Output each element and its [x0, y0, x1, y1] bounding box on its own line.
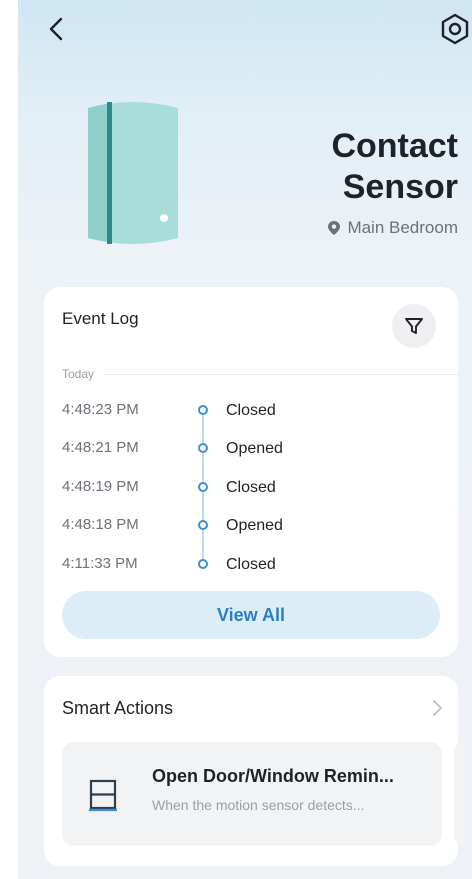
settings-button[interactable]	[438, 12, 472, 46]
event-row: 4:48:23 PM Closed	[44, 395, 458, 433]
event-state: Closed	[226, 479, 276, 496]
chevron-right-icon[interactable]	[430, 698, 444, 718]
event-state: Closed	[226, 556, 276, 573]
device-title-line1: Contact	[331, 127, 458, 165]
view-all-button[interactable]: View All	[62, 591, 440, 639]
timeline-dot	[198, 405, 208, 415]
window-icon	[89, 779, 117, 812]
next-action-item-peek[interactable]	[454, 742, 464, 846]
hex-gear-icon	[441, 13, 469, 45]
timeline-dot	[198, 559, 208, 569]
timeline-dot	[198, 520, 208, 530]
filter-button[interactable]	[392, 304, 436, 348]
event-row: 4:48:21 PM Opened	[44, 433, 458, 471]
device-location: Main Bedroom	[327, 218, 458, 238]
event-time: 4:48:21 PM	[62, 439, 139, 456]
event-state: Closed	[226, 402, 276, 419]
event-row: 4:11:33 PM Closed	[44, 549, 458, 587]
smart-action-item[interactable]: Open Door/Window Remin... When the motio…	[62, 742, 442, 846]
app-screen: Contact Sensor Main Bedroom Event Log To…	[18, 0, 472, 879]
smart-action-title: Open Door/Window Remin...	[152, 766, 394, 786]
event-state: Opened	[226, 517, 283, 534]
location-label: Main Bedroom	[347, 218, 458, 237]
day-divider: Today	[62, 367, 458, 381]
event-log-card: Event Log Today 4:48:23 PM Closed 4:48:2…	[44, 287, 458, 657]
chevron-left-icon	[49, 17, 63, 41]
event-time: 4:48:18 PM	[62, 516, 139, 533]
event-log-title: Event Log	[62, 309, 139, 328]
map-pin-icon	[328, 221, 341, 235]
event-row: 4:48:19 PM Closed	[44, 472, 458, 510]
smart-action-description: When the motion sensor detects...	[152, 797, 365, 813]
divider-line	[104, 373, 458, 375]
timeline-dot	[198, 443, 208, 453]
event-state: Opened	[226, 440, 283, 457]
smart-actions-title: Smart Actions	[62, 698, 174, 718]
event-time: 4:11:33 PM	[62, 555, 138, 572]
device-title-line2: Sensor	[342, 168, 458, 206]
day-label: Today	[62, 367, 95, 381]
device-title: Contact Sensor	[218, 126, 458, 208]
event-time: 4:48:23 PM	[62, 401, 139, 418]
contact-sensor-illustration	[88, 102, 178, 244]
event-time: 4:48:19 PM	[62, 478, 139, 495]
event-row: 4:48:18 PM Opened	[44, 510, 458, 548]
smart-actions-card: Smart Actions Open Door/Window Remin... …	[44, 676, 464, 866]
filter-icon	[405, 318, 423, 334]
timeline-dot	[198, 482, 208, 492]
back-button[interactable]	[42, 14, 72, 44]
